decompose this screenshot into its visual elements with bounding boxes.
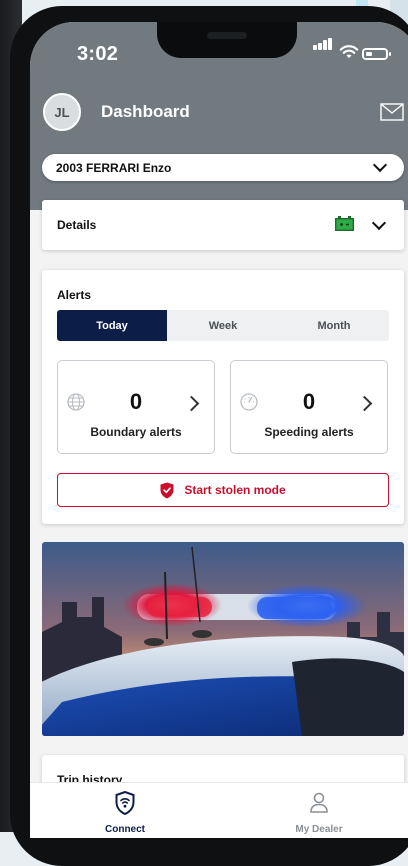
battery-status-icon [362,48,391,60]
chevron-down-icon [372,157,388,173]
wifi-icon [339,45,359,58]
bottom-tab-bar: Connect My Dealer [30,782,408,838]
app-screen: 3:02 JL Dashboard 2003 FERRARI Enzo Deta… [30,22,408,838]
speeding-alerts-tile[interactable]: 0 Speeding alerts [230,360,388,454]
details-label: Details [57,218,97,232]
tab-my-dealer-label: My Dealer [295,824,343,835]
chevron-down-icon [371,215,387,231]
status-bar: 3:02 [30,22,408,82]
shield-icon [160,482,174,498]
notch [157,22,297,58]
status-time: 3:02 [77,43,119,65]
tab-connect[interactable]: Connect [65,790,185,835]
tab-month[interactable]: Month [279,310,389,341]
details-card[interactable]: Details [42,200,404,250]
phone-frame: 3:02 JL Dashboard 2003 FERRARI Enzo Deta… [10,6,408,866]
connect-icon [115,790,135,816]
speeding-alerts-label: Speeding alerts [264,425,354,439]
alerts-period-tabs: Today Week Month [57,310,389,341]
tab-week[interactable]: Week [168,310,278,341]
vehicle-selector-value: 2003 FERRARI Enzo [56,161,172,175]
police-car-banner-image [42,542,404,736]
tab-my-dealer[interactable]: My Dealer [259,791,379,835]
page-title: Dashboard [101,102,190,121]
tab-connect-label: Connect [105,824,145,835]
mail-icon[interactable] [380,103,404,121]
start-stolen-mode-button[interactable]: Start stolen mode [57,473,389,507]
tab-today[interactable]: Today [57,310,167,341]
battery-icon [335,216,354,231]
boundary-alerts-tile[interactable]: 0 Boundary alerts [57,360,215,454]
vehicle-selector[interactable]: 2003 FERRARI Enzo [42,154,404,181]
alerts-label: Alerts [57,288,92,302]
person-icon [310,792,328,813]
avatar[interactable]: JL [43,93,81,131]
start-stolen-mode-label: Start stolen mode [184,483,286,497]
boundary-alerts-label: Boundary alerts [90,425,182,439]
alerts-card: Alerts Today Week Month 0 Boundary alert… [42,270,404,524]
